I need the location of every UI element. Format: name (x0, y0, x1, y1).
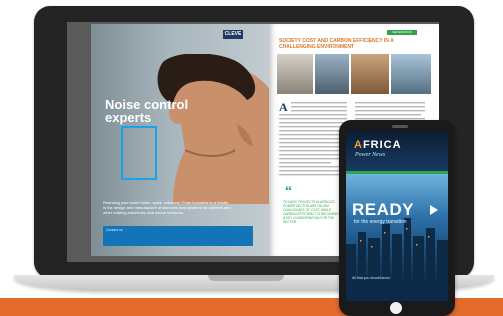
city-skyline-image (346, 218, 448, 284)
ad-contact-left: Contact us (106, 228, 123, 232)
section-tag: GENERATION (387, 30, 417, 35)
phone-home-button[interactable] (390, 302, 402, 314)
ear-highlight-frame (121, 126, 157, 180)
play-arrow-icon (430, 205, 438, 215)
phone-masthead-title: AFRICA (354, 139, 402, 151)
pull-quote: TO DAYS' PROJECTS IN AFRICA'S POWER SECT… (283, 200, 339, 224)
phone-speaker (392, 125, 408, 128)
phone-masthead-subtitle: Power News (355, 152, 386, 158)
photo-1 (277, 54, 313, 94)
article-title: SOCIETY COST AND CARBON EFFICIENCY IN A … (279, 38, 394, 50)
brand-logo: CLEVE (223, 30, 243, 39)
phone-hero-image (346, 174, 448, 284)
magazine-page-left[interactable]: CLEVE Noise control experts Reducing you… (91, 24, 269, 256)
photo-4 (391, 54, 431, 94)
phone-footer-line-1: All that you should know (352, 276, 390, 280)
product-mockup: CLEVE Noise control experts Reducing you… (0, 0, 503, 316)
portrait-image (157, 54, 269, 204)
ad-body-text: Reducing your world noise, quick, soluti… (103, 200, 231, 215)
ad-contact-panel: Contact us (103, 226, 253, 246)
phone-hero-subtitle: for the energy transition (354, 219, 407, 225)
phone-masthead (346, 131, 448, 171)
photo-2 (315, 54, 349, 94)
article-photo-strip (277, 54, 431, 94)
phone-hero-title: READY (352, 200, 415, 219)
laptop-notch (208, 275, 284, 281)
ad-headline: Noise control experts (105, 97, 189, 125)
phone-screen[interactable]: AFRICA Power News READY for the energy t… (346, 131, 448, 301)
pull-quote-mark: “ (285, 184, 292, 199)
photo-3 (351, 54, 389, 94)
